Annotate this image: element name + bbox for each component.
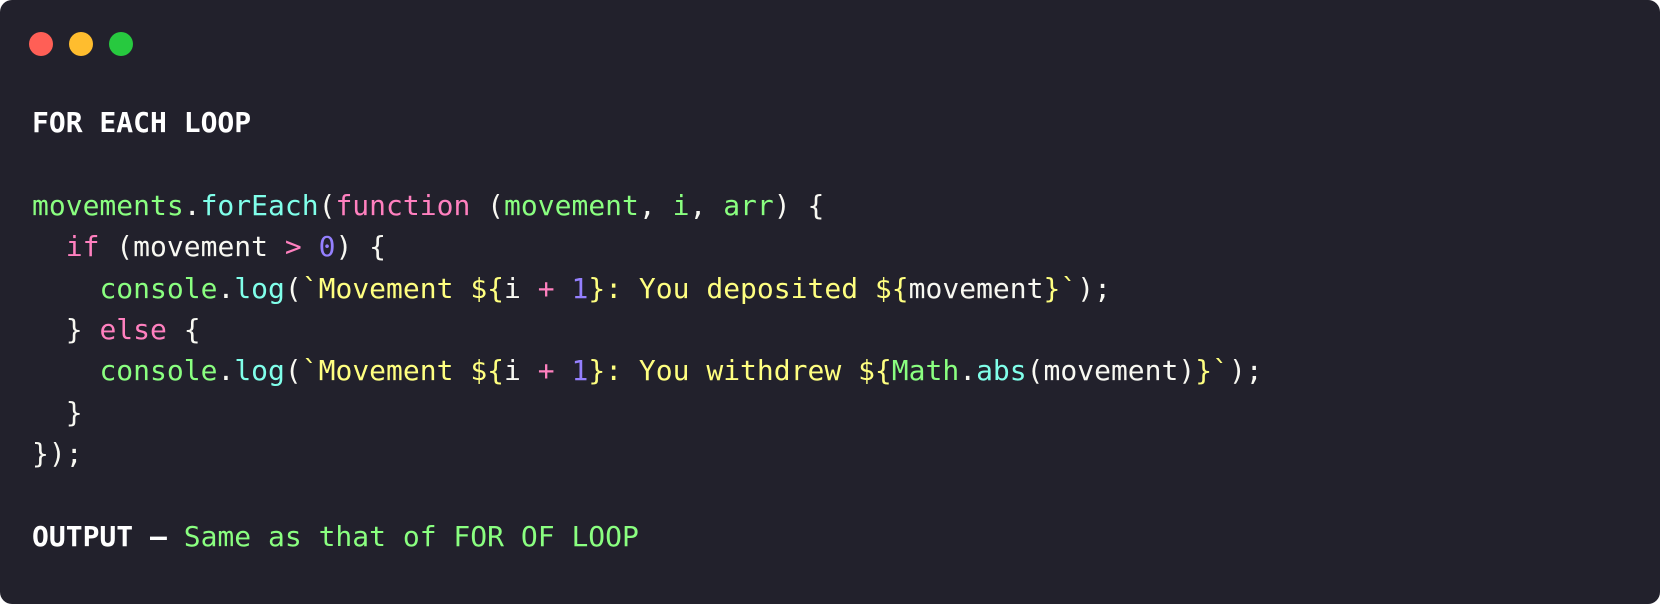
code-line-1: movements.forEach(function (movement, i,…	[32, 185, 1263, 226]
maximize-dot-icon[interactable]	[109, 32, 133, 56]
token-condition: (movement	[99, 230, 285, 264]
token-function: function	[335, 188, 471, 222]
code-line-7: });	[32, 437, 83, 471]
token-dot: .	[183, 188, 201, 222]
token-paren: (	[318, 188, 336, 222]
token-one: 1	[571, 271, 589, 305]
token-string: }: You withdrew ${	[588, 354, 892, 388]
token-dot: .	[959, 354, 977, 388]
token-brace: ) {	[335, 230, 387, 264]
code-line-4: } else {	[32, 309, 1263, 350]
token-log: log	[234, 354, 285, 388]
code-line-3: console.log(`Movement ${i + 1}: You depo…	[32, 268, 1263, 309]
output-label: OUTPUT –	[32, 519, 167, 553]
token-string: }`	[1195, 354, 1229, 388]
token-one: 1	[571, 354, 589, 388]
token-param-i: i	[672, 188, 690, 222]
token-comma: ,	[638, 188, 673, 222]
token-brace: ) {	[773, 188, 825, 222]
token-string: }`	[1043, 271, 1078, 305]
token-i: i	[504, 271, 538, 305]
token-brace: }	[32, 312, 100, 346]
window-controls	[29, 32, 133, 56]
heading-line: FOR EACH LOOP	[32, 102, 1263, 143]
code-window: FOR EACH LOOP movements.forEach(function…	[0, 0, 1660, 604]
close-dot-icon[interactable]	[29, 32, 53, 56]
heading-text: FOR EACH LOOP	[32, 106, 252, 139]
token-param-arr: arr	[723, 188, 774, 222]
output-line: OUTPUT – Same as that of FOR OF LOOP	[32, 516, 1263, 557]
token-dot: .	[217, 354, 235, 388]
code-block: FOR EACH LOOP movements.forEach(function…	[32, 102, 1263, 557]
output-text: Same as that of FOR OF LOOP	[166, 519, 639, 553]
token-string: `Movement ${	[301, 354, 505, 388]
token-plus: +	[537, 271, 555, 305]
token-else: else	[99, 312, 167, 346]
token-abs: abs	[976, 354, 1027, 388]
code-line-5: console.log(`Movement ${i + 1}: You with…	[32, 350, 1263, 391]
token-brace: {	[166, 312, 201, 346]
token-movement: movement	[908, 271, 1044, 305]
token-math: Math	[891, 354, 960, 388]
token-paren: (	[470, 188, 505, 222]
token-end: );	[1228, 354, 1263, 388]
token-paren: (	[284, 271, 302, 305]
token-string: `Movement ${	[301, 271, 505, 305]
token-gt: >	[284, 230, 302, 264]
token-paren: (	[284, 354, 302, 388]
token-console: console	[99, 271, 218, 305]
code-line-6: }	[32, 395, 83, 429]
token-i: i	[504, 354, 538, 388]
token-param-movement: movement	[504, 188, 639, 222]
token-zero: 0	[318, 230, 336, 264]
minimize-dot-icon[interactable]	[69, 32, 93, 56]
token-log: log	[234, 271, 285, 305]
token-dot: .	[217, 271, 235, 305]
token-comma: ,	[689, 188, 724, 222]
code-line-2: if (movement > 0) {	[32, 226, 1263, 267]
token-forEach: forEach	[200, 188, 319, 222]
token-args: (movement)	[1026, 354, 1196, 388]
token-end: );	[1077, 271, 1111, 305]
token-console: console	[99, 354, 218, 388]
token-if: if	[65, 230, 100, 264]
token-plus: +	[537, 354, 555, 388]
token-string: }: You deposited ${	[588, 271, 909, 305]
token-movements: movements	[32, 188, 184, 222]
